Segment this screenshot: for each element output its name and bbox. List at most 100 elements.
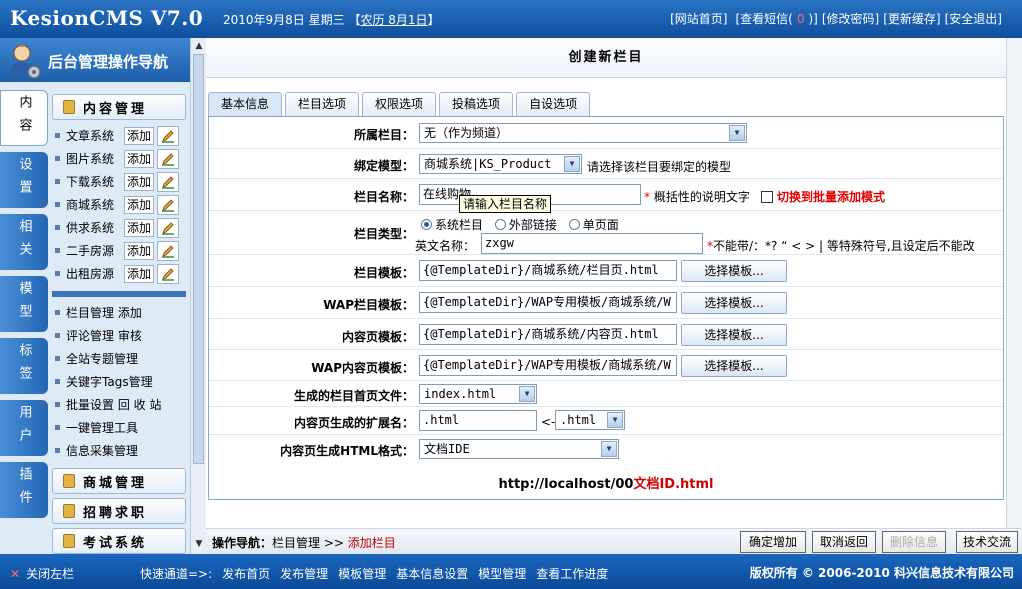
english-name-input[interactable]: zxgw <box>481 233 703 254</box>
wap-column-template-input[interactable]: {@TemplateDir}/WAP专用模板/商城系统/W <box>419 292 677 313</box>
row-index-file: 生成的栏目首页文件： index.html ▼ <box>209 381 1003 407</box>
menu-item-article[interactable]: 文章系统 <box>66 127 124 144</box>
add-button[interactable]: 添加 <box>124 126 154 145</box>
edit-pencil-icon[interactable] <box>157 194 179 215</box>
close-left-panel[interactable]: ✕ 关闭左栏 <box>10 565 74 582</box>
vtab-users[interactable]: 用户 <box>0 400 48 456</box>
batch-mode-checkbox[interactable] <box>761 191 773 203</box>
main-scrollbar[interactable] <box>1006 38 1022 528</box>
group-recruit[interactable]: 招聘求职 <box>52 498 186 524</box>
edit-pencil-icon[interactable] <box>157 240 179 261</box>
extension-input[interactable]: .html <box>419 410 537 431</box>
add-button[interactable]: 添加 <box>124 241 154 260</box>
menu-item-rent-house[interactable]: 出租房源 <box>66 265 124 282</box>
choose-wap-template-button[interactable]: 选择模板... <box>681 292 787 314</box>
extension-select[interactable]: .html ▼ <box>555 410 625 430</box>
radio-icon <box>568 219 580 230</box>
bullet-icon <box>55 425 60 430</box>
quick-publish-home[interactable]: 发布首页 <box>222 565 270 582</box>
group-shop-manage[interactable]: 商城管理 <box>52 468 186 494</box>
edit-pencil-icon[interactable] <box>157 217 179 238</box>
left-scrollbar[interactable]: ▲ ▼ <box>190 38 206 554</box>
column-form: 所属栏目： 无（作为频道） ▼ 绑定模型： 商城系统|KS_Product ▼ 请选… <box>208 116 1004 500</box>
bullet-icon <box>55 333 60 338</box>
update-cache-link[interactable]: [更新缓存] <box>883 10 940 27</box>
menu-item-picture[interactable]: 图片系统 <box>66 150 124 167</box>
parent-select[interactable]: 无（作为频道） ▼ <box>419 123 747 143</box>
cancel-return-button[interactable]: 取消返回 <box>812 531 876 553</box>
menu-item-download[interactable]: 下载系统 <box>66 173 124 190</box>
index-file-label: 生成的栏目首页文件： <box>293 389 414 403</box>
breadcrumb-column-manage[interactable]: 栏目管理 <box>272 536 320 550</box>
chevron-down-icon: ▼ <box>607 412 623 428</box>
wap-content-template-input[interactable]: {@TemplateDir}/WAP专用模板/商城系统/W <box>419 355 677 376</box>
radio-single-page[interactable]: 单页面 <box>568 218 619 232</box>
menu-item-second-house[interactable]: 二手房源 <box>66 242 124 259</box>
logout-link[interactable]: [安全退出] <box>945 10 1002 27</box>
vtab-plugins[interactable]: 插件 <box>0 462 48 518</box>
scroll-down-icon[interactable]: ▼ <box>193 538 205 550</box>
vtab-model[interactable]: 模型 <box>0 276 48 332</box>
edit-pencil-icon[interactable] <box>157 148 179 169</box>
radio-external-link[interactable]: 外部链接 <box>494 218 557 232</box>
menu-item-supply[interactable]: 供求系统 <box>66 219 124 236</box>
add-button[interactable]: 添加 <box>124 149 154 168</box>
quick-basic-settings[interactable]: 基本信息设置 <box>396 565 468 582</box>
column-template-input[interactable]: {@TemplateDir}/商城系统/栏目页.html <box>419 260 677 281</box>
index-file-select[interactable]: index.html ▼ <box>419 384 537 404</box>
breadcrumb-current: 添加栏目 <box>347 536 396 550</box>
tab-custom-options[interactable]: 自设选项 <box>516 92 591 116</box>
vtab-tags[interactable]: 标签 <box>0 338 48 394</box>
menu-row-second-house: 二手房源 添加 <box>52 239 186 262</box>
add-button[interactable]: 添加 <box>124 172 154 191</box>
radio-system-column[interactable]: 系统栏目 <box>421 218 483 232</box>
admin-avatar-icon <box>8 44 41 79</box>
scroll-thumb[interactable] <box>193 54 204 464</box>
menu-item-shop[interactable]: 商城系统 <box>66 196 124 213</box>
vtab-settings[interactable]: 设置 <box>0 152 48 208</box>
tab-submit-options[interactable]: 投稿选项 <box>439 92 514 116</box>
change-password-link[interactable]: [修改密码] <box>822 10 879 27</box>
link-comment-manage[interactable]: 评论管理 审核 <box>52 324 186 347</box>
link-column-manage[interactable]: 栏目管理 添加 <box>52 301 186 324</box>
vtab-related[interactable]: 相关 <box>0 214 48 270</box>
add-button[interactable]: 添加 <box>124 195 154 214</box>
quick-model-manage[interactable]: 模型管理 <box>478 565 526 582</box>
edit-pencil-icon[interactable] <box>157 171 179 192</box>
row-content-template: 内容页模板： {@TemplateDir}/商城系统/内容页.html 选择模板… <box>209 319 1003 350</box>
link-special-manage[interactable]: 全站专题管理 <box>52 347 186 370</box>
row-wap-column-template: WAP栏目模板： {@TemplateDir}/WAP专用模板/商城系统/W 选… <box>209 287 1003 319</box>
group-exam[interactable]: 考试系统 <box>52 528 186 554</box>
edit-pencil-icon[interactable] <box>157 263 179 284</box>
model-select[interactable]: 商城系统|KS_Product ▼ <box>419 154 582 174</box>
content-template-input[interactable]: {@TemplateDir}/商城系统/内容页.html <box>419 324 677 345</box>
link-batch-recycle[interactable]: 批量设置 回 收 站 <box>52 393 186 416</box>
add-button[interactable]: 添加 <box>124 264 154 283</box>
quick-publish-manage[interactable]: 发布管理 <box>280 565 328 582</box>
group-content-manage[interactable]: 内容管理 <box>52 94 186 120</box>
choose-content-template-button[interactable]: 选择模板... <box>681 324 787 346</box>
html-format-select[interactable]: 文档IDE ▼ <box>419 439 619 459</box>
batch-mode-toggle[interactable]: 切换到批量添加模式 <box>761 188 885 205</box>
row-name: 栏目名称： 在线购物 * 概括性的说明文字 切换到批量添加模式 <box>209 179 1003 211</box>
quick-template-manage[interactable]: 模板管理 <box>338 565 386 582</box>
messages-link[interactable]: [查看短信(0)] <box>731 10 817 27</box>
choose-template-button[interactable]: 选择模板... <box>681 260 787 282</box>
tab-permission-options[interactable]: 权限选项 <box>362 92 437 116</box>
home-link[interactable]: [网站首页] <box>670 10 727 27</box>
scroll-up-icon[interactable]: ▲ <box>193 40 205 52</box>
edit-pencil-icon[interactable] <box>157 125 179 146</box>
vtab-content[interactable]: 内容 <box>0 90 48 146</box>
delete-info-button[interactable]: 删除信息 <box>882 531 946 553</box>
link-collect-manage[interactable]: 信息采集管理 <box>52 439 186 462</box>
confirm-add-button[interactable]: 确定增加 <box>740 531 806 553</box>
link-tags-manage[interactable]: 关键字Tags管理 <box>52 370 186 393</box>
add-button[interactable]: 添加 <box>124 218 154 237</box>
tab-column-options[interactable]: 栏目选项 <box>285 92 360 116</box>
choose-wap-content-template-button[interactable]: 选择模板... <box>681 355 787 377</box>
quick-work-progress[interactable]: 查看工作进度 <box>536 565 608 582</box>
lunar-date-link[interactable]: 农历 8月1日 <box>360 13 427 27</box>
tech-exchange-button[interactable]: 技术交流 <box>956 531 1018 553</box>
tab-basic-info[interactable]: 基本信息 <box>208 92 283 116</box>
link-one-key-tools[interactable]: 一键管理工具 <box>52 416 186 439</box>
